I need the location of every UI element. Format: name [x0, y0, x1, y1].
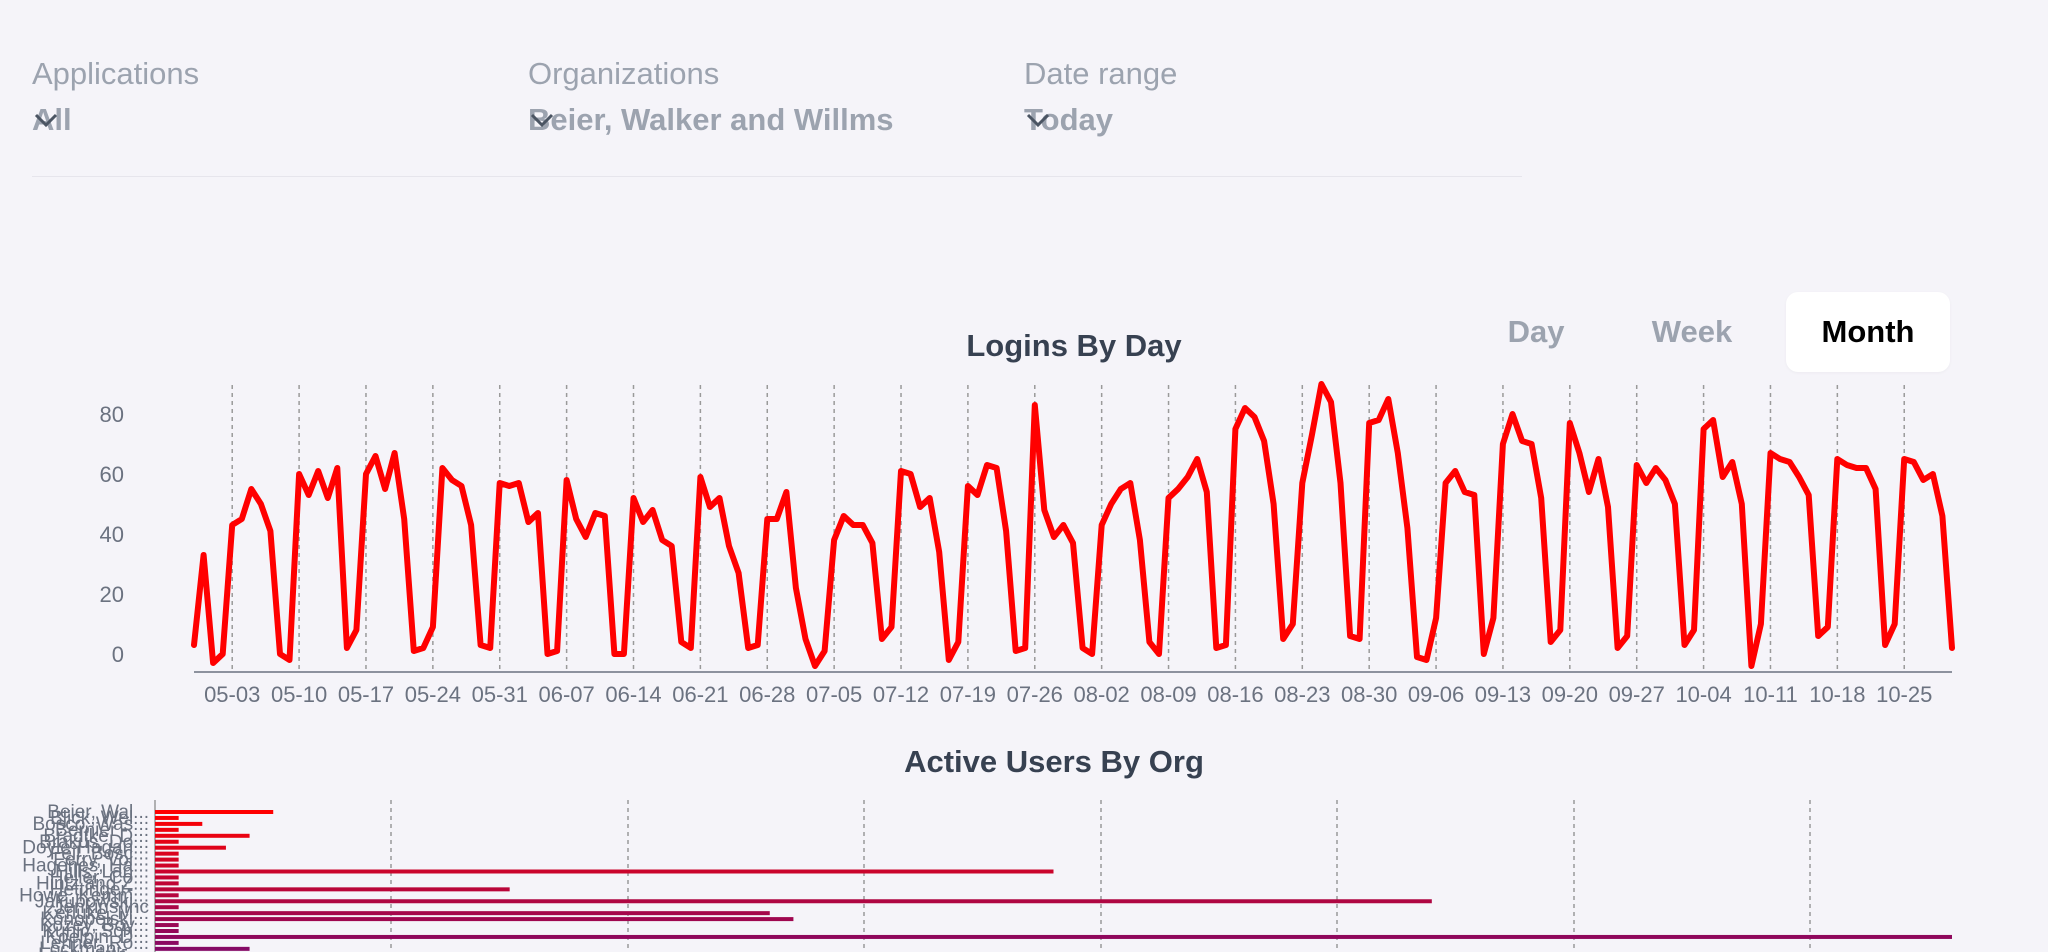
organizations-filter[interactable]: Organizations Beier, Walker and Willms	[528, 52, 1024, 142]
filter-bar: Applications All Organizations Beier, Wa…	[32, 52, 1522, 177]
chevron-down-icon[interactable]	[1024, 106, 1052, 134]
x-tick-label: 07-12	[873, 682, 929, 707]
category-label: Blick, Wel...	[50, 808, 149, 829]
x-tick-label: 08-23	[1274, 682, 1330, 707]
y-tick-label: 0	[112, 642, 124, 667]
bar	[155, 899, 1432, 904]
logins-series-line	[191, 381, 1955, 669]
x-tick-label: 07-05	[806, 682, 862, 707]
users-chart-title: Active Users By Org	[904, 744, 1204, 779]
bar	[155, 905, 179, 910]
category-label: Hettinger-...	[50, 879, 149, 900]
x-tick-label: 09-20	[1542, 682, 1598, 707]
bar	[155, 946, 250, 951]
bar	[155, 857, 179, 862]
date-range-filter[interactable]: Date range Today	[1024, 52, 1520, 142]
category-label: Jenkins Inc	[54, 897, 149, 918]
x-tick-label: 08-16	[1207, 682, 1263, 707]
bar	[155, 827, 179, 832]
category-label: Jakubowski...	[35, 891, 149, 912]
bar	[155, 934, 1952, 939]
bar	[155, 851, 179, 856]
category-label: Langworth-...	[38, 945, 149, 952]
category-label: Kozey, Boy...	[40, 915, 149, 936]
bar	[155, 875, 179, 880]
x-tick-label: 08-09	[1140, 682, 1196, 707]
bar	[155, 929, 179, 933]
chevron-down-icon[interactable]	[32, 106, 60, 134]
x-tick-label: 10-18	[1809, 682, 1865, 707]
category-label: Howe, Kemm...	[19, 885, 149, 906]
bar	[155, 839, 179, 844]
x-tick-label: 06-28	[739, 682, 795, 707]
category-label: Hills, Lan...	[55, 862, 149, 883]
bar	[155, 887, 510, 892]
x-tick-label: 08-02	[1074, 682, 1130, 707]
period-week-button[interactable]: Week	[1610, 292, 1774, 372]
period-month-button[interactable]: Month	[1786, 292, 1950, 372]
logins-chart-title: Logins By Day	[966, 328, 1182, 363]
category-label: Beier, Wal...	[47, 802, 149, 823]
category-label: Doyle-Hagan...	[22, 838, 149, 859]
bar	[155, 940, 179, 945]
category-label: Heller, Co...	[50, 867, 149, 888]
category-label: Bradtke, D...	[43, 826, 149, 847]
bar	[155, 869, 1054, 874]
x-tick-label: 10-25	[1876, 682, 1932, 707]
x-tick-label: 07-19	[940, 682, 996, 707]
x-tick-label: 10-04	[1675, 682, 1731, 707]
applications-label: Applications	[32, 56, 200, 91]
x-tick-label: 09-13	[1475, 682, 1531, 707]
x-tick-label: 08-30	[1341, 682, 1397, 707]
category-label: Brakus, Do...	[39, 832, 149, 853]
bar	[155, 917, 794, 922]
x-tick-label: 07-26	[1007, 682, 1063, 707]
category-label: Koelpin, D...	[46, 927, 150, 948]
x-tick-label: 06-21	[672, 682, 728, 707]
bar	[155, 810, 274, 814]
date-range-label: Date range	[1024, 56, 1178, 91]
bar	[155, 923, 179, 928]
category-label: Konopelski...	[40, 909, 149, 930]
x-tick-label: 09-06	[1408, 682, 1464, 707]
bar	[155, 911, 770, 916]
bar	[155, 821, 203, 826]
x-tick-label: 05-17	[338, 682, 394, 707]
y-tick-label: 40	[100, 522, 124, 547]
category-label: Lockman - ...	[39, 939, 149, 952]
x-tick-label: 05-24	[405, 682, 461, 707]
x-tick-label: 05-10	[271, 682, 327, 707]
y-tick-label: 80	[100, 402, 124, 427]
category-label: Bernier - ...	[55, 820, 149, 841]
bar	[155, 863, 179, 868]
category-label: Kerluke, M...	[42, 903, 149, 924]
bar	[155, 881, 179, 886]
bar	[155, 893, 179, 898]
x-tick-label: 09-27	[1609, 682, 1665, 707]
x-tick-label: 05-03	[204, 682, 260, 707]
applications-filter[interactable]: Applications All	[32, 52, 528, 142]
category-label: Kuhic, Sch...	[42, 921, 149, 942]
category-label: Ferry, Vol...	[53, 850, 149, 871]
category-label: Lehner, Ro...	[40, 933, 149, 952]
bar	[155, 845, 226, 850]
period-day-button[interactable]: Day	[1466, 292, 1606, 372]
organizations-value: Beier, Walker and Willms	[528, 102, 894, 137]
category-label: Hintz and Z...	[36, 873, 149, 894]
bar	[155, 815, 179, 820]
x-tick-label: 05-31	[472, 682, 528, 707]
category-label: Bosco, Was...	[33, 814, 150, 835]
organizations-label: Organizations	[528, 56, 720, 91]
bar	[155, 833, 250, 838]
x-tick-label: 06-07	[538, 682, 594, 707]
chevron-down-icon[interactable]	[528, 106, 556, 134]
x-tick-label: 10-11	[1743, 682, 1798, 707]
y-tick-label: 20	[100, 582, 124, 607]
x-tick-label: 06-14	[605, 682, 661, 707]
category-label: Feil, Bosc...	[50, 844, 149, 865]
category-label: Hagenes, Ha...	[22, 856, 149, 877]
y-tick-label: 60	[100, 462, 124, 487]
